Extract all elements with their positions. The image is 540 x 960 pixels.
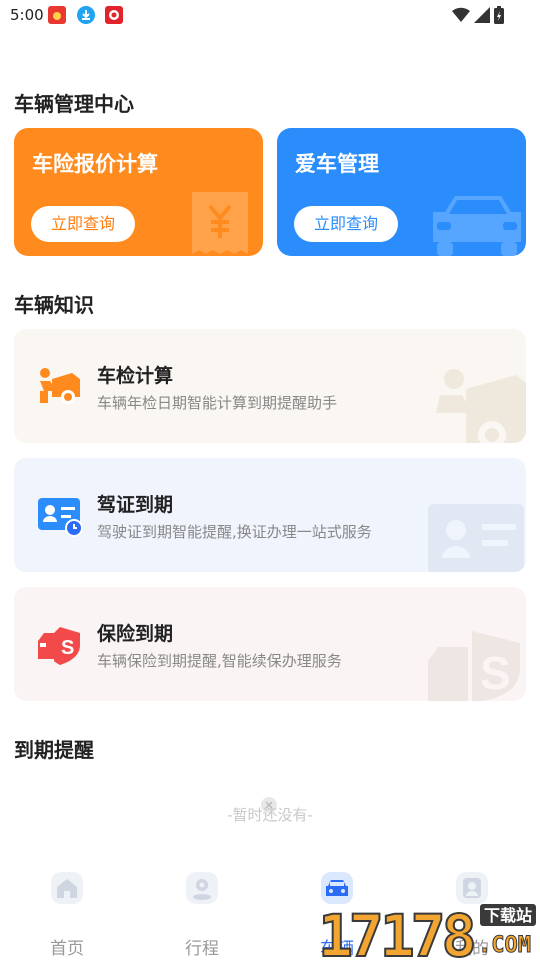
svg-text:17178: 17178 (318, 902, 474, 960)
nav-label: 行程 (185, 939, 219, 959)
card-description: 车辆年检日期智能计算到期提醒助手 (97, 394, 338, 412)
signal-icon (474, 7, 490, 23)
receipt-yuan-icon (192, 192, 248, 254)
insurance-watermark-icon: S (428, 631, 520, 701)
insurance-expiry-card[interactable]: S 保险到期 车辆保险到期提醒,智能续保办理服务 S (14, 587, 526, 701)
home-icon (51, 872, 83, 904)
status-bar: 5:00 (0, 0, 540, 32)
license-card-icon (38, 498, 83, 537)
site-watermark-logo: 17178 下载站 .COM (318, 901, 536, 960)
card-title: 保险到期 (97, 623, 174, 645)
section-title-reminders: 到期提醒 (14, 738, 94, 762)
inspection-calc-card[interactable]: 车检计算 车辆年检日期智能计算到期提醒助手 (14, 329, 526, 443)
status-time: 5:00 (10, 6, 44, 24)
car-insurance-quote-card[interactable]: 车险报价计算 立即查询 (14, 128, 263, 256)
svg-text:S: S (480, 647, 511, 699)
query-now-button[interactable]: 立即查询 (294, 206, 398, 242)
card-title: 车检计算 (97, 365, 174, 387)
card-description: 驾驶证到期智能提醒,换证办理一站式服务 (97, 523, 372, 541)
query-now-button[interactable]: 立即查询 (31, 206, 135, 242)
app-notification-icon (105, 6, 123, 24)
nav-label: 首页 (50, 939, 84, 959)
download-icon (77, 6, 95, 24)
license-expiry-card[interactable]: 驾证到期 驾驶证到期智能提醒,换证办理一站式服务 (14, 458, 526, 572)
red-envelope-icon (48, 6, 66, 24)
card-title: 爱车管理 (295, 152, 379, 176)
insurance-shield-icon: S (38, 627, 80, 665)
card-title: 车险报价计算 (32, 152, 158, 176)
car-repair-watermark-icon (436, 369, 526, 443)
nav-item-home[interactable]: 首页 (27, 872, 107, 959)
license-watermark-icon (428, 504, 524, 572)
svg-text:S: S (61, 637, 74, 659)
section-title-vehicle-management: 车辆管理中心 (14, 92, 134, 116)
car-repair-icon (40, 368, 80, 404)
card-title: 驾证到期 (97, 494, 174, 516)
wifi-icon (452, 7, 470, 23)
battery-icon (494, 6, 504, 24)
section-title-knowledge: 车辆知识 (14, 293, 94, 317)
svg-text:下载站: 下载站 (484, 906, 532, 925)
svg-text:.COM: .COM (478, 933, 531, 958)
location-icon (186, 872, 218, 904)
nav-item-trips[interactable]: 行程 (162, 872, 242, 959)
status-indicators (452, 6, 504, 24)
my-car-management-card[interactable]: 爱车管理 立即查询 (277, 128, 526, 256)
car-silhouette-icon (433, 196, 521, 256)
card-description: 车辆保险到期提醒,智能续保办理服务 (97, 652, 342, 670)
empty-state-text: -暂时还没有- (227, 806, 313, 824)
